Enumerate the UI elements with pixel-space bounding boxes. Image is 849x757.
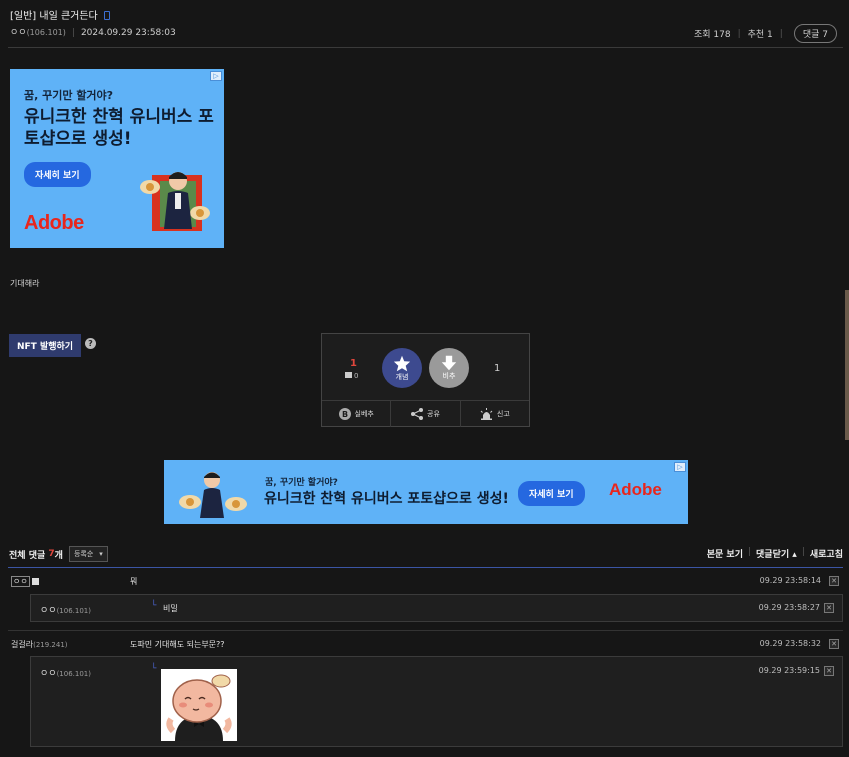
ad-line2: 유니크한 찬혁 유니버스 포토샵으로 생성! [24,107,214,149]
caret-up-icon: ▴ [792,550,797,560]
comment-time: 09.29 23:58:14 [759,576,821,585]
downvote-label: 비추 [442,372,456,380]
refresh-link[interactable]: 새로고침 [810,547,843,560]
arrow-down-icon [441,355,457,371]
report-button[interactable]: 신고 [461,401,529,427]
side-image-edge [845,290,849,440]
delete-reply-icon[interactable]: ✕ [824,603,834,613]
ad-cta-button[interactable]: 자세히 보기 [24,162,91,187]
ad-info-icon[interactable]: ▷ [674,462,686,472]
vote-actions: B 실베추 공유 신고 [322,400,529,427]
adobe-logo: Adobe [609,480,662,499]
comment-time: 09.29 23:58:32 [759,639,821,648]
fix-icon [345,372,352,378]
collapse-comments-link[interactable]: 댓글닫기 ▴ [756,547,797,560]
ad-info-icon[interactable]: ▷ [210,71,222,81]
reply-nick[interactable]: ㅇㅇ(106.101) [40,666,91,679]
star-icon [393,355,411,371]
adobe-logo: Adobe [24,212,84,234]
share-icon [411,408,424,420]
reply-time: 09.29 23:59:15 [758,666,820,675]
delete-comment-icon[interactable]: ✕ [829,576,839,586]
post-meta: ㅇㅇ(106.101) | 2024.09.29 23:58:03 [10,28,176,38]
downvote-button[interactable]: 비추 [429,348,469,388]
comment-text: 도파민 기대해도 되는부문?? [130,640,225,649]
delete-reply-icon[interactable]: ✕ [824,666,834,676]
member-icon [32,578,40,585]
comments-actions: 본문 보기 | 댓글닫기 ▴ | 새로고침 [706,547,843,560]
divider [8,47,843,48]
reply-row: ㅇㅇ(106.101) └ 비밀 09.29 23:58:27 ✕ [30,594,843,622]
ad-line1: 꿈, 꾸기만 할거야? [24,89,114,102]
author-nick[interactable]: ㅇㅇ [10,28,27,38]
reply-arrow-icon: └ [151,664,157,674]
mobile-icon [103,11,110,20]
comment-row: ㅇㅇ 뭐 09.29 23:58:14 ✕ [8,576,843,590]
ad-person-image [140,172,210,231]
vote-box: 1 0 개념 비추 1 B 실베추 공유 신고 [321,333,530,427]
reply-time: 09.29 23:58:27 [758,603,820,612]
reply-arrow-icon: └ [151,601,157,611]
ad-line1: 꿈, 꾸기만 할거야? [265,478,338,488]
divider [8,630,843,631]
author-ip: (106.101) [26,28,66,37]
ad-banner-bottom[interactable]: ▷ 꿈, 꾸기만 할거야? 유니크한 찬혁 유니버스 포토샵으로 생성! 자세히… [164,460,688,524]
best-recommend-button[interactable]: B 실베추 [322,401,392,427]
delete-comment-icon[interactable]: ✕ [829,639,839,649]
recommend-count: 추천 1 [747,30,773,40]
comment-nick[interactable]: 걸걸라(219.241) [11,639,68,650]
sort-select[interactable]: 등록순 ▾ [68,546,108,562]
comment-row: 걸걸라(219.241) 도파민 기대해도 되는부문?? 09.29 23:58… [8,639,843,653]
ad-cta-button[interactable]: 자세히 보기 [518,481,585,506]
chevron-down-icon: ▾ [99,550,103,558]
post-body: 기대해라 [10,279,40,288]
sticker-image [161,669,237,741]
upvote-label: 개념 [395,372,409,381]
post-title: [일반] 내일 큰거든다 [10,7,110,22]
view-body-link[interactable]: 본문 보기 [707,547,743,560]
svg-text:B: B [341,410,347,419]
upvote-button[interactable]: 개념 [382,348,422,388]
ad-person-image [179,472,247,518]
reply-nick[interactable]: ㅇㅇ(106.101) [40,603,91,616]
reply-row: ㅇㅇ(106.101) └ 09.29 23:59:15 ✕ [30,656,843,747]
ad-line2: 유니크한 찬혁 유니버스 포토샵으로 생성! [264,491,509,507]
comments-header: 전체 댓글 7개 등록순 ▾ [9,546,108,562]
fix-count: 0 [345,372,358,380]
best-icon: B [338,408,351,420]
post-stats: 조회 178 | 추천 1 | 댓글 7 [694,24,837,43]
view-count: 조회 178 [693,30,731,40]
comment-text: 뭐 [130,577,138,586]
nft-mint-button[interactable]: NFT 발행하기 [9,334,82,357]
post-date: 2024.09.29 23:58:03 [80,28,176,38]
reply-text: 비밀 [163,604,178,613]
comments-divider [8,567,843,568]
share-button[interactable]: 공유 [391,401,461,427]
downvote-count: 1 [494,363,501,374]
ad-banner-top[interactable]: ▷ 꿈, 꾸기만 할거야? 유니크한 찬혁 유니버스 포토샵으로 생성! 자세히… [10,69,224,248]
comment-count-button[interactable]: 댓글 7 [793,24,837,43]
comment-nick[interactable]: ㅇㅇ [11,576,40,587]
siren-icon [480,408,493,420]
help-icon[interactable]: ? [85,338,96,349]
upvote-count: 1 [350,358,357,369]
